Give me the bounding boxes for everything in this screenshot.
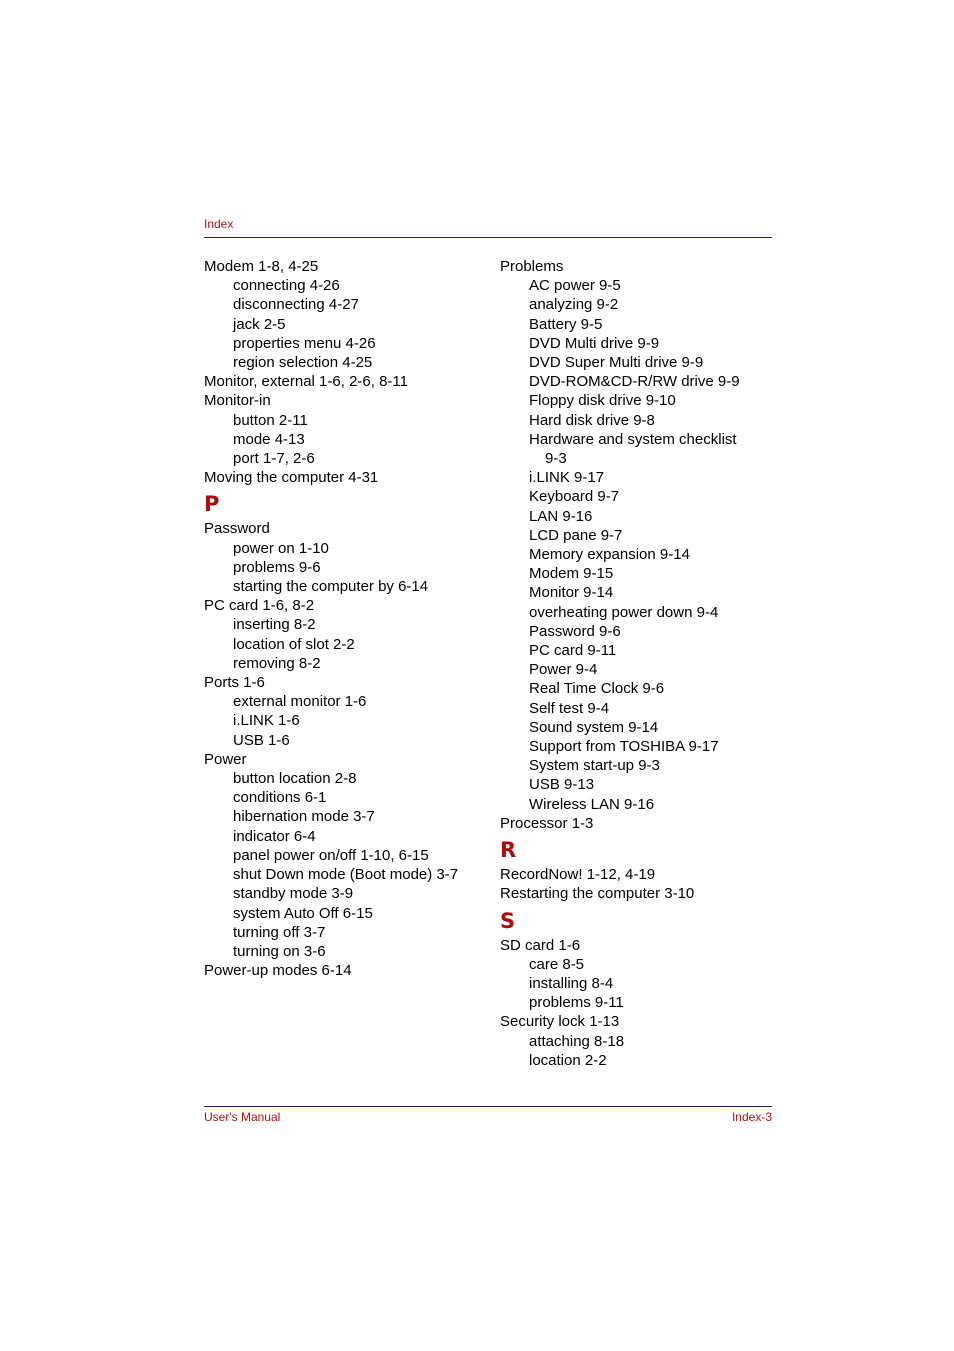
index-entry: Security lock 1-13 [500,1013,620,1031]
index-subentry: Hard disk drive 9-8 [529,411,655,429]
index-subentry: jack 2-5 [233,315,286,333]
footer-rule [204,1106,772,1107]
index-subentry: DVD Super Multi drive 9-9 [529,354,704,372]
index-column-left: Modem 1-8, 4-25 connecting 4-26 disconnect… [204,257,494,980]
header-label: Index [204,217,234,231]
index-subentry: i.LINK 1-6 [233,712,300,730]
index-subentry: AC power 9-5 [529,277,621,295]
index-subentry: DVD-ROM&CD-R/RW drive 9-9 [529,373,740,391]
index-subentry: location of slot 2-2 [233,635,355,653]
index-subentry: Password 9-6 [529,622,621,640]
index-entry: Power [204,750,247,768]
index-subentry: removing 8-2 [233,654,321,672]
header-rule [204,237,772,238]
footer-page-number: Index-3 [731,1110,772,1124]
index-entry: Modem 1-8, 4-25 [204,258,319,275]
index-entry: Moving the computer 4-31 [204,469,379,487]
index-subentry: Sound system 9-14 [529,718,659,736]
index-subentry: mode 4-13 [233,430,305,448]
index-subentry: care 8-5 [529,955,585,973]
index-subentry: turning on 3-6 [233,942,326,960]
index-subentry: Modem 9-15 [529,565,614,583]
index-subentry: region selection 4-25 [233,354,373,372]
index-subentry: hibernation mode 3-7 [233,808,375,826]
index-subentry: external monitor 1-6 [233,693,367,711]
index-subentry: standby mode 3-9 [233,885,354,903]
index-subentry: LCD pane 9-7 [529,526,623,544]
index-subentry: Hardware and system checklist [529,430,737,448]
index-entry: Problems [500,258,564,275]
index-subentry: DVD Multi drive 9-9 [529,334,660,352]
index-entry: SD card 1-6 [500,936,581,954]
section-letter: P [204,492,220,517]
index-entry: PC card 1-6, 8-2 [204,597,315,615]
index-subentry: problems 9-11 [529,994,624,1012]
index-subentry: Power 9-4 [529,661,598,679]
index-subentry: port 1-7, 2-6 [233,450,315,468]
index-subentry: inserting 8-2 [233,616,316,634]
index-subentry: disconnecting 4-27 [233,296,359,314]
index-subentry: Memory expansion 9-14 [529,546,690,564]
index-subentry: Floppy disk drive 9-10 [529,392,676,410]
index-entry: Monitor, external 1-6, 2-6, 8-11 [204,373,408,391]
index-subentry: starting the computer by 6-14 [233,578,429,596]
index-entry: Ports 1-6 [204,674,265,692]
index-subentry: Wireless LAN 9-16 [529,795,655,813]
index-subentry: System start-up 9-3 [529,757,660,775]
index-subentry: Battery 9-5 [529,315,603,333]
section-letter: R [500,838,517,863]
index-subentry: installing 8-4 [529,974,614,992]
index-entry: Monitor-in [204,392,271,410]
index-subentry: Self test 9-4 [529,699,610,717]
index-subentry: power on 1-10 [233,539,329,557]
index-subentry: Real Time Clock 9-6 [529,680,665,698]
index-subentry: indicator 6-4 [233,827,316,845]
index-subentry: overheating power down 9-4 [529,603,719,621]
index-subentry: USB 1-6 [233,731,290,749]
index-subentry: shut Down mode (Boot mode) 3-7 [233,866,459,884]
index-subentry: button 2-11 [233,411,308,429]
index-subentry: i.LINK 9-17 [529,469,605,487]
index-subentry: USB 9-13 [529,776,595,794]
index-subentry: LAN 9-16 [529,507,593,525]
index-subentry: properties menu 4-26 [233,334,376,352]
index-subentry: panel power on/off 1-10, 6-15 [233,846,429,864]
index-subentry: connecting 4-26 [233,277,340,295]
index-entry: Power-up modes 6-14 [204,962,352,980]
index-subentry: conditions 6-1 [233,789,327,807]
index-entry: Processor 1-3 [500,814,594,832]
index-subentry: Monitor 9-14 [529,584,614,602]
index-subentry: analyzing 9-2 [529,296,619,314]
footer-manual-title: User's Manual [204,1110,281,1124]
index-entry-continuation: 9-3 [545,450,567,468]
index-subentry: Keyboard 9-7 [529,488,620,506]
index-subentry: attaching 8-18 [529,1032,625,1050]
index-subentry: Support from TOSHIBA 9-17 [529,738,719,756]
index-subentry: PC card 9-11 [529,642,617,660]
index-entry: Password [204,520,270,538]
index-subentry: location 2-2 [529,1051,607,1069]
index-entry: Restarting the computer 3-10 [500,885,695,903]
index-subentry: system Auto Off 6-15 [233,904,373,922]
section-letter: S [500,908,516,933]
index-column-right: Problems AC power 9-5 analyzing 9-2 Battery… [500,257,780,1070]
index-subentry: problems 9-6 [233,558,321,576]
index-subentry: turning off 3-7 [233,923,326,941]
index-subentry: button location 2-8 [233,770,357,788]
index-entry: RecordNow! 1-12, 4-19 [500,866,656,884]
